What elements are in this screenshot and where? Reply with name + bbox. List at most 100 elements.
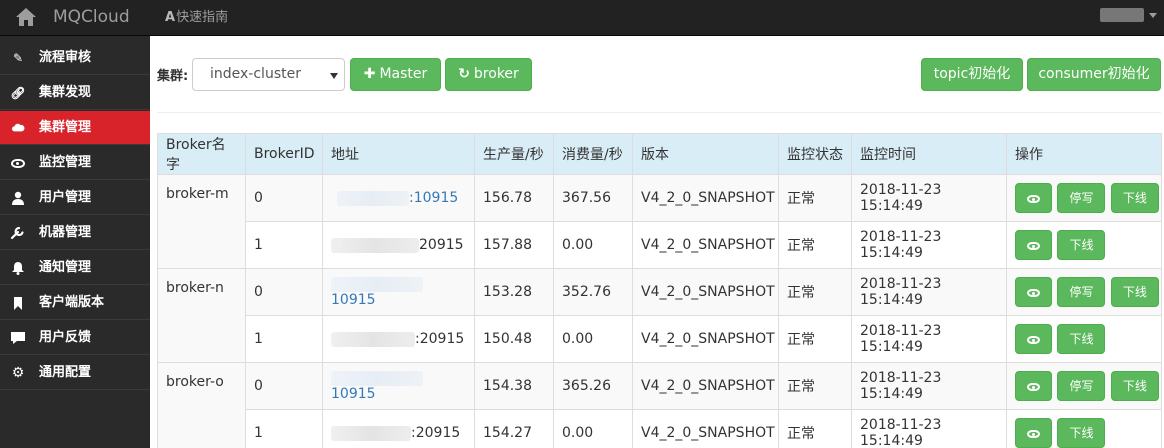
sidebar-item-notification-management[interactable]: 通知管理: [0, 251, 150, 285]
refresh-broker-label: broker: [473, 66, 519, 82]
col-monitor-time: 监控时间: [851, 133, 1007, 175]
stop-write-button[interactable]: 停写: [1057, 371, 1106, 401]
broker-address[interactable]: :10915: [322, 174, 475, 222]
quick-guide-link[interactable]: A快速指南: [165, 9, 228, 27]
view-button[interactable]: [1015, 183, 1052, 213]
address-port-link[interactable]: :10915: [409, 190, 458, 206]
produce-rate: 156.78: [474, 174, 554, 222]
operations-cell: 下线: [1006, 221, 1162, 269]
monitor-time: 2018-11-23 15:14:49: [851, 315, 1007, 363]
chevron-down-icon[interactable]: [1149, 13, 1157, 18]
broker-address: :20915: [322, 409, 475, 448]
broker-name: broker-o: [157, 362, 246, 448]
consume-rate: 0.00: [553, 315, 633, 363]
operations-cell: 停写 下线: [1006, 174, 1162, 222]
operations-cell: 停写 下线: [1006, 268, 1162, 316]
view-button[interactable]: [1015, 324, 1052, 354]
address-port-link[interactable]: 10915: [331, 386, 376, 402]
produce-rate: 153.28: [474, 268, 554, 316]
sidebar-item-cluster-management[interactable]: 集群管理: [0, 111, 150, 145]
view-button[interactable]: [1015, 277, 1052, 307]
top-navbar: MQCloud A快速指南: [0, 0, 1164, 36]
topic-init-button[interactable]: topic初始化: [921, 58, 1023, 91]
monitor-status: 正常: [778, 315, 852, 363]
consume-rate: 365.26: [553, 362, 633, 410]
monitor-time: 2018-11-23 15:14:49: [851, 409, 1007, 448]
sidebar-item-flow-audit[interactable]: ✎ 流程审核: [0, 41, 150, 75]
col-broker-id: BrokerID: [245, 133, 323, 175]
sidebar-item-label: 用户反馈: [39, 330, 92, 345]
monitor-status: 正常: [778, 174, 852, 222]
address-redacted: [331, 276, 423, 292]
chevron-down-icon: [330, 73, 338, 79]
operations-cell: 停写 下线: [1006, 362, 1162, 410]
col-address: 地址: [322, 133, 475, 175]
refresh-broker-button[interactable]: ↻ broker: [445, 58, 532, 91]
table-row: 1 20915 157.88 0.00 V4_2_0_SNAPSHOT 正常 2…: [158, 221, 1162, 269]
consumer-init-button[interactable]: consumer初始化: [1027, 58, 1161, 91]
eye-icon: [1027, 194, 1040, 203]
stop-write-button[interactable]: 停写: [1057, 277, 1106, 307]
wrench-icon: [10, 226, 24, 240]
address-redacted: [337, 190, 409, 206]
broker-address[interactable]: 10915: [322, 362, 475, 410]
view-button[interactable]: [1015, 371, 1052, 401]
link-icon: 🔗︎: [10, 86, 26, 100]
col-produce-rate: 生产量/秒: [474, 133, 554, 175]
sidebar-item-client-version[interactable]: 客户端版本: [0, 286, 150, 320]
offline-button[interactable]: 下线: [1057, 324, 1106, 354]
offline-button[interactable]: 下线: [1110, 183, 1159, 213]
quick-guide-label: 快速指南: [176, 10, 229, 25]
address-port-link[interactable]: 10915: [331, 292, 376, 308]
sidebar: ✎ 流程审核 🔗︎ 集群发现 集群管理 监控管理 用户管理 机器管理 通知管理: [0, 36, 150, 448]
cluster-label: 集群:: [157, 69, 189, 84]
offline-button[interactable]: 下线: [1110, 277, 1159, 307]
sidebar-item-cluster-discovery[interactable]: 🔗︎ 集群发现: [0, 76, 150, 110]
eye-icon: [1027, 335, 1040, 344]
home-icon[interactable]: [15, 7, 37, 27]
table-row: broker-m 0 :10915 156.78 367.56 V4_2_0_S…: [157, 174, 1162, 269]
broker-id: 0: [245, 268, 323, 316]
cluster-select[interactable]: index-cluster: [192, 58, 345, 91]
version: V4_2_0_SNAPSHOT: [632, 174, 779, 222]
sidebar-item-user-management[interactable]: 用户管理: [0, 181, 150, 215]
sidebar-item-machine-management[interactable]: 机器管理: [0, 216, 150, 250]
sidebar-item-label: 集群管理: [39, 120, 92, 135]
view-button[interactable]: [1015, 418, 1052, 448]
sidebar-item-label: 监控管理: [39, 155, 92, 170]
table-header-row: Broker名字 BrokerID 地址 生产量/秒 消费量/秒 版本 监控状态…: [157, 133, 1162, 175]
offline-button[interactable]: 下线: [1057, 230, 1106, 260]
sidebar-item-user-feedback[interactable]: 用户反馈: [0, 321, 150, 355]
broker-id: 1: [245, 315, 323, 363]
monitor-status: 正常: [778, 409, 852, 448]
address-redacted: [331, 237, 419, 253]
sidebar-item-label: 客户端版本: [39, 295, 105, 310]
sidebar-item-label: 通用配置: [39, 365, 92, 380]
monitor-time: 2018-11-23 15:14:49: [851, 362, 1007, 410]
operations-cell: 下线: [1006, 315, 1162, 363]
add-master-label: Master: [379, 66, 428, 82]
col-operations: 操作: [1006, 133, 1162, 175]
sidebar-item-monitor-management[interactable]: 监控管理: [0, 146, 150, 180]
brand-link[interactable]: MQCloud: [53, 6, 130, 28]
consume-rate: 0.00: [553, 221, 633, 269]
offline-button[interactable]: 下线: [1057, 418, 1106, 448]
user-avatar-icon[interactable]: [1100, 8, 1144, 22]
produce-rate: 154.38: [474, 362, 554, 410]
bell-icon: [12, 262, 24, 275]
broker-name: broker-m: [157, 174, 246, 269]
sidebar-item-general-config[interactable]: ⚙ 通用配置: [0, 356, 150, 390]
offline-button[interactable]: 下线: [1110, 371, 1159, 401]
add-master-button[interactable]: ✚ Master: [350, 58, 441, 91]
view-button[interactable]: [1015, 230, 1052, 260]
produce-rate: 154.27: [474, 409, 554, 448]
broker-address[interactable]: 10915: [322, 268, 475, 316]
produce-rate: 157.88: [474, 221, 554, 269]
eye-icon: [1027, 288, 1040, 297]
sidebar-item-label: 流程审核: [39, 50, 92, 65]
sidebar-item-label: 集群发现: [39, 85, 92, 100]
monitor-status: 正常: [778, 268, 852, 316]
table-row: broker-n 0 10915 153.28 352.76 V4_2_0_SN…: [157, 268, 1162, 363]
operations-cell: 下线: [1006, 409, 1162, 448]
stop-write-button[interactable]: 停写: [1057, 183, 1106, 213]
